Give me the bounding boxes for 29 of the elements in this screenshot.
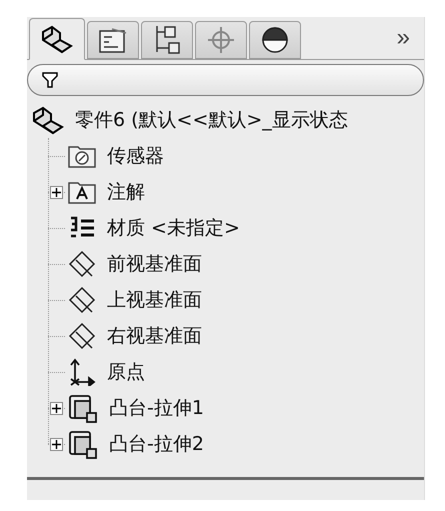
part-icon bbox=[40, 24, 74, 54]
appearance-icon bbox=[260, 25, 290, 55]
panel-tab[interactable] bbox=[249, 21, 301, 59]
tree-item[interactable]: 凸台-拉伸2 bbox=[109, 431, 204, 457]
plane-icon bbox=[67, 286, 97, 314]
tree-item[interactable]: 前视基准面 bbox=[107, 251, 202, 277]
tree-item[interactable]: 上视基准面 bbox=[107, 287, 202, 313]
tree-item[interactable]: 材质 <未指定> bbox=[107, 215, 240, 241]
tree-item[interactable]: 注解 bbox=[107, 179, 145, 205]
expand-button[interactable] bbox=[50, 438, 63, 450]
tree-item[interactable]: 右视基准面 bbox=[107, 323, 202, 349]
expand-button[interactable] bbox=[50, 186, 63, 198]
extrude-feature-icon bbox=[67, 393, 99, 423]
panel-tab[interactable] bbox=[141, 21, 193, 59]
tree-item[interactable]: 凸台-拉伸1 bbox=[109, 395, 204, 421]
tree-item[interactable]: 零件6 (默认<<默认>_显示状态 bbox=[75, 107, 348, 133]
part-icon bbox=[31, 105, 65, 135]
panel-tab[interactable] bbox=[29, 18, 85, 60]
crosshair-icon bbox=[206, 25, 236, 55]
plane-icon bbox=[67, 250, 97, 278]
plane-icon bbox=[67, 322, 97, 350]
panel-tab[interactable] bbox=[87, 21, 139, 59]
expand-button[interactable] bbox=[50, 402, 63, 414]
filter-field[interactable] bbox=[27, 64, 424, 96]
tree-item[interactable]: 传感器 bbox=[107, 143, 164, 169]
more-tabs-button[interactable]: » bbox=[382, 24, 424, 52]
extrude-feature-icon bbox=[67, 429, 99, 459]
tree-item[interactable]: 原点 bbox=[107, 359, 145, 385]
filter-icon bbox=[42, 72, 58, 88]
